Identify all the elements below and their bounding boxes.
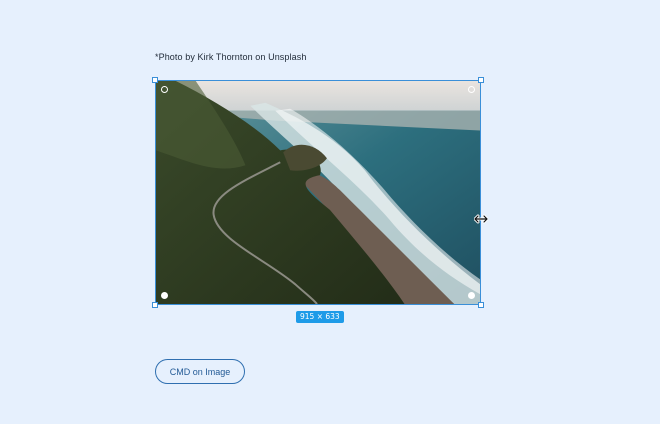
radius-handle-top-left[interactable]: [161, 86, 168, 93]
resize-handle-top-left[interactable]: [152, 77, 158, 83]
canvas: *Photo by Kirk Thornton on Unsplash 915 …: [0, 0, 660, 424]
photo-credit-caption: *Photo by Kirk Thornton on Unsplash: [155, 52, 307, 62]
horizontal-resize-cursor-icon: [474, 214, 488, 224]
selected-image[interactable]: [152, 77, 488, 308]
radius-handle-top-right[interactable]: [468, 86, 475, 93]
coastal-photo: [156, 81, 480, 304]
resize-handle-top-right[interactable]: [478, 77, 484, 83]
cmd-on-image-button[interactable]: CMD on Image: [155, 359, 245, 384]
radius-handle-bottom-left[interactable]: [161, 292, 168, 299]
resize-handle-bottom-left[interactable]: [152, 302, 158, 308]
image-size-badge: 915 × 633: [296, 311, 344, 323]
radius-handle-bottom-right[interactable]: [468, 292, 475, 299]
resize-handle-bottom-right[interactable]: [478, 302, 484, 308]
